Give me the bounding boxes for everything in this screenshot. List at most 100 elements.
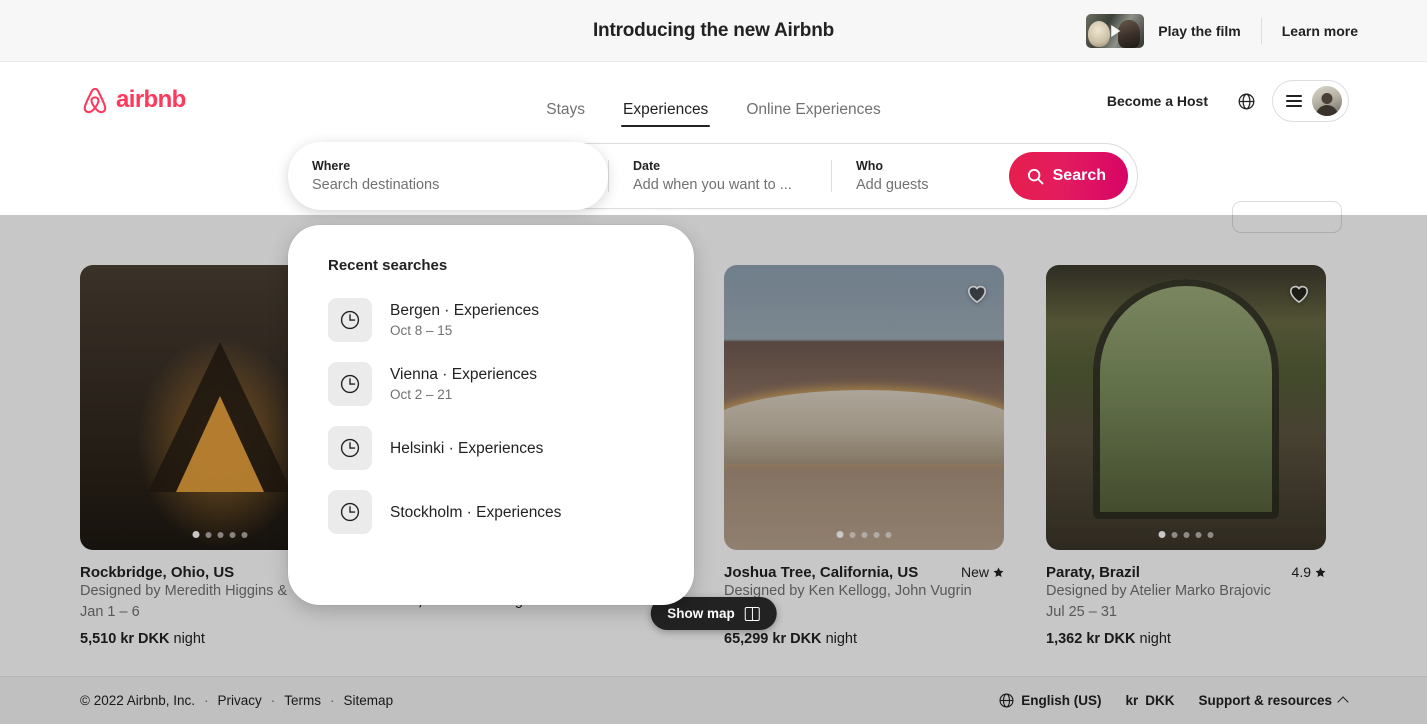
clock-icon	[328, 426, 372, 470]
footer-separator: ·	[204, 693, 209, 708]
footer-copyright: © 2022 Airbnb, Inc.	[80, 693, 195, 708]
listing-image[interactable]	[724, 265, 1004, 550]
date-input[interactable]: Add when you want to ...	[633, 175, 807, 195]
thumb-dog	[1088, 21, 1110, 47]
clock-icon	[328, 362, 372, 406]
listing-rating: New	[961, 564, 1004, 580]
search-button[interactable]: Search	[1009, 152, 1128, 200]
date-field[interactable]: Date Add when you want to ...	[609, 144, 831, 208]
footer-link-privacy[interactable]: Privacy	[218, 693, 262, 708]
listing-title: Rockbridge, Ohio, US	[80, 564, 234, 581]
recent-search-title: Vienna · Experiences	[390, 364, 537, 385]
search-button-label: Search	[1053, 167, 1106, 185]
footer-link-terms[interactable]: Terms	[284, 693, 321, 708]
date-label: Date	[633, 158, 807, 175]
footer-language-label: English (US)	[1021, 693, 1101, 708]
footer-legal: © 2022 Airbnb, Inc. · Privacy · Terms · …	[80, 693, 393, 708]
listing-price-amount: 5,510 kr DKK	[80, 631, 169, 647]
recent-search-dates: Oct 8 – 15	[390, 321, 539, 340]
recent-searches-panel: Recent searches Bergen · Experiences Oct…	[288, 225, 694, 605]
listing-title: Joshua Tree, California, US	[724, 564, 918, 581]
thumb-person	[1118, 20, 1140, 48]
favorite-heart-icon[interactable]	[966, 283, 988, 303]
where-field[interactable]: Where Search destinations	[288, 142, 608, 210]
listing-heading-row: Joshua Tree, California, US New	[724, 564, 1004, 581]
footer-link-sitemap[interactable]: Sitemap	[344, 693, 394, 708]
recent-search-text: Helsinki · Experiences	[390, 438, 543, 459]
listing-price-unit: night	[826, 631, 857, 647]
recent-search-dates: Oct 2 – 21	[390, 385, 537, 404]
listing-dates: Jan 1 – 6	[80, 602, 360, 623]
play-the-film-link[interactable]: Play the film	[1144, 23, 1254, 39]
recent-search-item[interactable]: Vienna · Experiences Oct 2 – 21	[288, 352, 694, 416]
site-footer: © 2022 Airbnb, Inc. · Privacy · Terms · …	[0, 676, 1427, 724]
banner-actions: Play the film Learn more	[1086, 0, 1372, 62]
listing-price-amount: 65,299 kr DKK	[724, 631, 822, 647]
recent-search-text: Bergen · Experiences Oct 8 – 15	[390, 300, 539, 340]
listing-price: 5,510 kr DKK night	[80, 631, 360, 647]
announcement-banner: Introducing the new Airbnb Play the film…	[0, 0, 1427, 62]
recent-search-item[interactable]: Stockholm · Experiences	[288, 480, 694, 544]
recent-search-title: Helsinki · Experiences	[390, 438, 543, 459]
listing-rating-value: New	[961, 564, 989, 580]
recent-search-title: Stockholm · Experiences	[390, 502, 561, 523]
recent-search-item[interactable]: Helsinki · Experiences	[288, 416, 694, 480]
footer-separator: ·	[330, 693, 335, 708]
listing-price-amount: 1,362 kr DKK	[1046, 631, 1135, 647]
show-map-label: Show map	[667, 606, 735, 621]
tab-online-experiences[interactable]: Online Experiences	[744, 75, 882, 127]
profile-menu-button[interactable]	[1272, 80, 1349, 122]
learn-more-link[interactable]: Learn more	[1268, 23, 1372, 39]
magnifier-icon	[1027, 168, 1044, 185]
footer-language-button[interactable]: English (US)	[999, 693, 1101, 708]
film-thumbnail[interactable]	[1086, 14, 1144, 48]
map-panel-icon	[745, 607, 760, 621]
footer-currency-code: DKK	[1145, 693, 1174, 708]
play-icon	[1112, 25, 1121, 37]
listing-title: Paraty, Brazil	[1046, 564, 1140, 581]
listing-grid: Rockbridge, Ohio, US Designed by Meredit…	[80, 265, 1326, 647]
tab-stays[interactable]: Stays	[544, 75, 587, 127]
footer-separator: ·	[271, 693, 276, 708]
globe-icon	[1238, 93, 1255, 110]
footer-currency-button[interactable]: kr DKK	[1125, 693, 1174, 708]
listing-heading-row: Paraty, Brazil 4.9	[1046, 564, 1326, 581]
recent-search-item[interactable]: Bergen · Experiences Oct 8 – 15	[288, 288, 694, 352]
recent-searches-title: Recent searches	[288, 257, 694, 274]
footer-settings: English (US) kr DKK Support & resources	[999, 693, 1347, 708]
image-carousel-dots[interactable]	[837, 531, 892, 538]
header-actions: Become a Host	[1095, 62, 1349, 140]
listing-rating-value: 4.9	[1292, 564, 1311, 580]
listing-designer: Designed by Atelier Marko Brajovic	[1046, 581, 1326, 602]
listing-price: 65,299 kr DKK night	[724, 631, 1004, 647]
user-avatar	[1312, 86, 1342, 116]
footer-currency-symbol: kr	[1125, 693, 1138, 708]
clock-icon	[328, 298, 372, 342]
where-input[interactable]: Search destinations	[312, 175, 584, 195]
listing-image[interactable]	[1046, 265, 1326, 550]
listing-card[interactable]: Paraty, Brazil 4.9 Designed by Atelier M…	[1046, 265, 1326, 647]
hamburger-icon	[1286, 95, 1302, 106]
listing-dates: Jul 25 – 31	[1046, 602, 1326, 623]
listing-card[interactable]: Joshua Tree, California, US New Designed…	[724, 265, 1004, 647]
clock-icon	[328, 490, 372, 534]
search-bar: Where Search destinations Date Add when …	[288, 143, 1138, 209]
footer-support-button[interactable]: Support & resources	[1198, 693, 1347, 708]
favorite-heart-icon[interactable]	[1288, 283, 1310, 303]
banner-divider	[1261, 18, 1262, 44]
chevron-up-icon	[1337, 696, 1348, 707]
image-carousel-dots[interactable]	[193, 531, 248, 538]
star-icon	[993, 567, 1004, 578]
filters-button[interactable]	[1232, 201, 1342, 233]
recent-search-title: Bergen · Experiences	[390, 300, 539, 321]
image-carousel-dots[interactable]	[1159, 531, 1214, 538]
listing-price-unit: night	[174, 631, 205, 647]
language-globe-button[interactable]	[1226, 81, 1266, 121]
become-a-host-button[interactable]: Become a Host	[1095, 81, 1220, 121]
globe-icon	[999, 693, 1014, 708]
banner-title: Introducing the new Airbnb	[593, 20, 834, 42]
tab-experiences[interactable]: Experiences	[621, 75, 710, 127]
star-icon	[1315, 567, 1326, 578]
recent-search-text: Stockholm · Experiences	[390, 502, 561, 523]
airbnb-page: Introducing the new Airbnb Play the film…	[0, 0, 1427, 724]
